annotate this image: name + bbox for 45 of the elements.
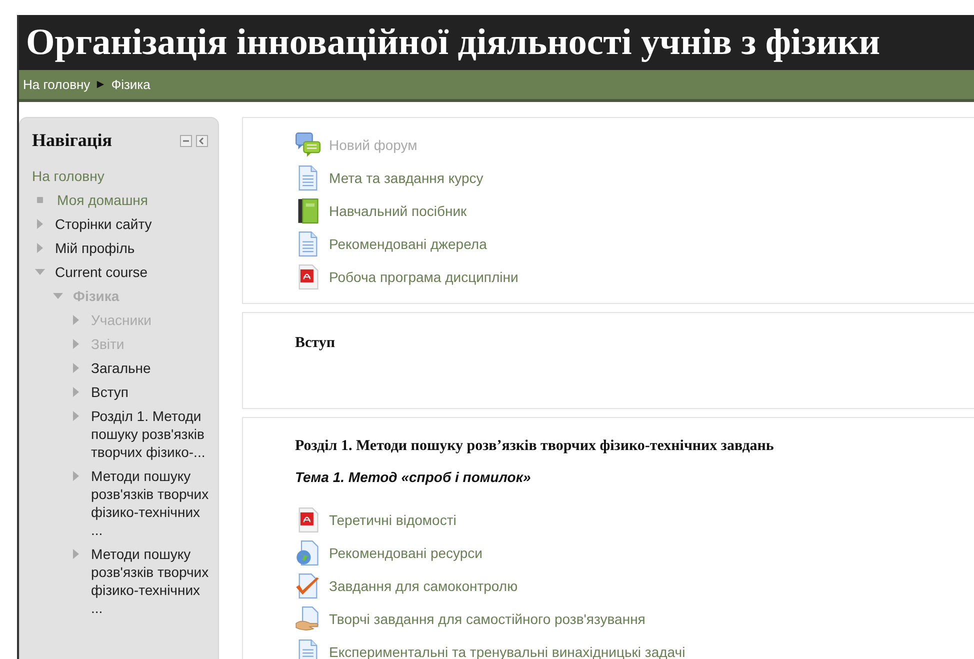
breadcrumb-link[interactable]: На головну — [23, 77, 90, 92]
globe-document-icon — [295, 540, 321, 566]
expand-arrow-icon[interactable] — [35, 243, 45, 253]
expand-arrow-icon[interactable] — [35, 219, 45, 229]
activity-link[interactable]: Теретичні відомості — [329, 512, 456, 528]
activity-link[interactable]: Робоча програма дисципліни — [329, 268, 518, 284]
chat-bubbles-icon — [295, 132, 321, 158]
minimize-icon[interactable] — [180, 134, 192, 146]
nav-link[interactable]: Розділ 1. Методи пошуку розв'язків творчих фізико-... — [91, 407, 215, 461]
collapse-arrow-icon[interactable] — [35, 267, 45, 277]
expand-arrow-icon[interactable] — [71, 387, 81, 397]
nav-link[interactable]: Сторінки сайту — [55, 215, 152, 233]
dock-icon[interactable] — [196, 134, 208, 146]
nav-link[interactable]: Current course — [55, 263, 148, 281]
separator-arrow-icon — [96, 80, 106, 89]
nav-link[interactable]: На головну — [32, 167, 104, 185]
bullet-icon — [37, 197, 43, 203]
nav-link[interactable]: Методи пошуку розв'язків творчих фізико-технічних ... — [91, 467, 215, 539]
hand-document-icon — [295, 606, 321, 632]
breadcrumb-link[interactable]: Фізика — [111, 77, 150, 92]
activity-link[interactable]: Завдання для самоконтролю — [329, 578, 518, 594]
nav-link[interactable]: Мій профіль — [55, 239, 135, 257]
checkmark-document-icon — [295, 572, 321, 598]
topic-title: Тема 1. Метод «спроб і помилок» — [295, 469, 532, 485]
site-title: Організація інноваційної діяльності учнів з фізики — [26, 21, 880, 64]
activity-link[interactable]: Навчальний посібник — [329, 202, 467, 218]
nav-link[interactable]: Моя домашня — [57, 191, 148, 209]
activity-link[interactable]: Рекомендовані ресурси — [329, 544, 482, 560]
expand-arrow-icon[interactable] — [71, 363, 81, 373]
nav-link[interactable]: Загальне — [91, 359, 151, 377]
section-title: Вступ — [295, 335, 336, 352]
activity-link[interactable]: Творчі завдання для самостійного розв'язування — [329, 610, 646, 626]
expand-arrow-icon[interactable] — [71, 411, 81, 421]
expand-arrow-icon[interactable] — [71, 339, 81, 349]
activity-link[interactable]: Новий форум — [329, 136, 418, 152]
nav-link[interactable]: Методи пошуку розв'язків творчих фізико-технічних ... — [91, 545, 215, 617]
panel-title: Навігація — [32, 130, 114, 151]
activity-link[interactable]: Мета та завдання курсу — [329, 170, 484, 186]
expand-arrow-icon[interactable] — [71, 549, 81, 559]
section-title: Розділ 1. Методи пошуку розв’язків творчих фізико-технічних завдань — [295, 438, 775, 455]
activity-link[interactable]: Рекомендовані джерела — [329, 236, 487, 252]
nav-link[interactable]: Вступ — [91, 383, 128, 401]
expand-arrow-icon[interactable] — [71, 315, 81, 325]
expand-arrow-icon[interactable] — [71, 471, 81, 481]
collapse-arrow-icon[interactable] — [53, 291, 63, 301]
